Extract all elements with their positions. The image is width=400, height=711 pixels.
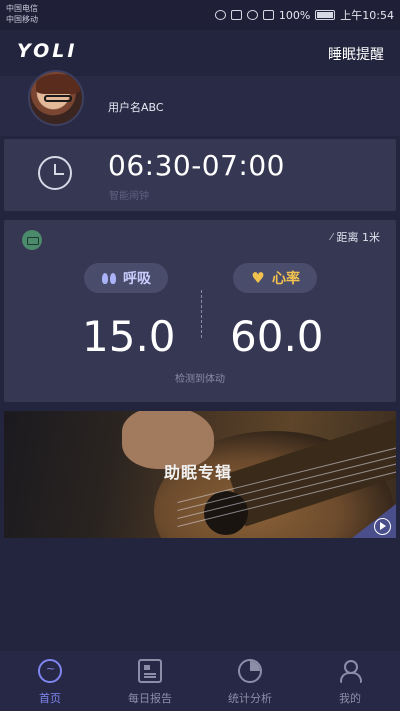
heart-rate-badge: ♥ 心率 — [233, 263, 317, 293]
heart-icon: ♥ — [251, 269, 265, 287]
carrier-info: 中国电信 中国移动 — [6, 3, 38, 25]
alarm-time-range: 06:30-07:00 — [108, 149, 285, 182]
tab-profile[interactable]: 我的 — [300, 651, 400, 711]
bed-device-icon — [22, 230, 42, 250]
tab-home[interactable]: 首页 — [0, 651, 100, 711]
lungs-icon — [101, 271, 117, 285]
profile-section[interactable]: 用户名ABC — [0, 70, 400, 136]
pie-chart-icon — [238, 659, 262, 683]
tab-daily-report[interactable]: 每日报告 — [100, 651, 200, 711]
tab-label: 首页 — [39, 692, 61, 705]
heart-rate-value: 60.0 — [230, 312, 324, 361]
avatar-hair — [36, 74, 80, 94]
distance-indicator: ⁄ 距离 1米 — [331, 229, 380, 245]
sleep-reminder-button[interactable]: 睡眠提醒 — [328, 44, 384, 64]
home-icon — [38, 659, 62, 683]
carrier-2: 中国移动 — [6, 15, 38, 24]
album-title: 助眠专辑 — [164, 463, 233, 482]
heart-label: 心率 — [272, 271, 300, 287]
report-icon — [138, 659, 162, 683]
battery-percent: 100% — [278, 8, 311, 22]
user-icon — [338, 659, 362, 683]
app-header: YOLI 睡眠提醒 — [0, 30, 400, 76]
signal-icon — [262, 10, 274, 20]
breath-value: 15.0 — [82, 312, 176, 361]
battery-icon — [315, 10, 336, 20]
play-icon[interactable] — [374, 518, 391, 535]
clock-time: 上午10:54 — [340, 9, 394, 22]
avatar[interactable] — [28, 70, 84, 126]
app-logo: YOLI — [17, 40, 78, 62]
walk-icon: ⁄ — [330, 231, 333, 243]
bottom-tab-bar: 首页 每日报告 统计分析 我的 — [0, 651, 400, 711]
wifi-icon — [246, 10, 258, 20]
vitals-divider — [201, 290, 202, 338]
tab-statistics[interactable]: 统计分析 — [200, 651, 300, 711]
status-bar: 中国电信 中国移动 100% 上午10:54 — [0, 0, 400, 30]
tab-label: 每日报告 — [128, 692, 172, 705]
username: 用户名ABC — [108, 101, 164, 114]
vitals-card: ⁄ 距离 1米 呼吸 ♥ 心率 15.0 60.0 检测到体动 — [4, 220, 396, 402]
alarm-clock-icon — [214, 10, 226, 20]
distance-text: 距离 1米 — [336, 231, 381, 244]
motion-status: 检测到体动 — [175, 374, 225, 385]
avatar-glasses — [44, 95, 72, 102]
tab-label: 我的 — [339, 692, 361, 705]
nfc-icon — [230, 10, 242, 20]
carrier-1: 中国电信 — [6, 4, 38, 13]
tab-label: 统计分析 — [228, 692, 272, 705]
smart-alarm-card[interactable]: 06:30-07:00 智能闹钟 — [4, 139, 396, 211]
status-icons: 100% 上午10:54 — [214, 7, 394, 23]
breath-label: 呼吸 — [123, 271, 151, 287]
breath-badge: 呼吸 — [84, 263, 168, 293]
sleep-album-banner[interactable]: 助眠专辑 — [4, 411, 396, 538]
alarm-label: 智能闹钟 — [109, 191, 149, 202]
clock-icon — [38, 156, 72, 190]
